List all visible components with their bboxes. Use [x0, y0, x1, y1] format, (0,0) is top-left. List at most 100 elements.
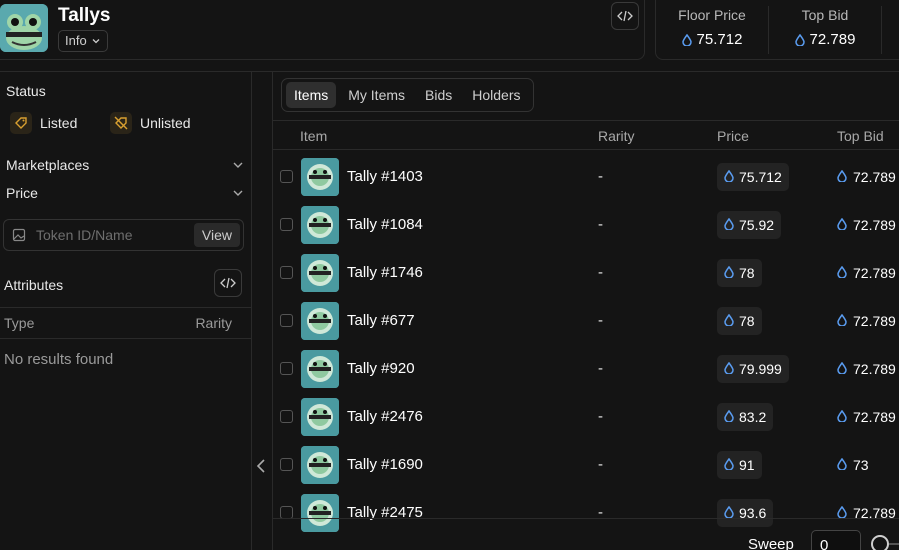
table-row[interactable]: Tally #1084 - 75.92 72.789 — [273, 202, 899, 250]
table-row[interactable]: Tally #1403 - 75.712 72.789 — [273, 154, 899, 202]
price-column-header[interactable]: Price — [717, 128, 749, 144]
info-dropdown[interactable]: Info — [58, 30, 108, 52]
row-checkbox[interactable] — [280, 218, 293, 231]
token-icon — [837, 265, 847, 281]
unlisted-label: Unlisted — [140, 115, 191, 131]
collection-stats: Floor Price 75.712 Top Bid 72.789 — [655, 0, 899, 60]
item-name[interactable]: Tally #1746 — [347, 264, 423, 281]
item-price[interactable]: 78 — [717, 307, 762, 335]
tab-items[interactable]: Items — [286, 82, 337, 108]
token-icon — [724, 457, 734, 473]
token-search: View — [3, 219, 244, 251]
tab-holders[interactable]: Holders — [464, 82, 528, 108]
item-top-bid-value: 72.789 — [853, 361, 896, 377]
token-icon — [837, 217, 847, 233]
item-price[interactable]: 79.999 — [717, 355, 789, 383]
item-thumbnail[interactable] — [301, 206, 339, 244]
table-row[interactable]: Tally #920 - 79.999 72.789 — [273, 346, 899, 394]
item-name[interactable]: Tally #677 — [347, 312, 415, 329]
sweep-slider-track[interactable] — [889, 543, 899, 545]
collection-title: Tallys — [58, 5, 111, 26]
top-bid-value: 72.789 — [809, 31, 856, 48]
item-price-value: 79.999 — [739, 361, 782, 377]
item-rarity: - — [598, 168, 603, 185]
unlisted-filter[interactable]: Unlisted — [110, 112, 191, 134]
top-bid-stat: Top Bid 72.789 — [769, 0, 881, 59]
tag-icon — [15, 117, 27, 129]
item-name[interactable]: Tally #1084 — [347, 216, 423, 233]
item-top-bid: 72.789 — [837, 265, 896, 281]
item-price-value: 83.2 — [739, 409, 767, 425]
row-checkbox[interactable] — [280, 458, 293, 471]
item-price[interactable]: 75.92 — [717, 211, 782, 239]
row-checkbox[interactable] — [280, 314, 293, 327]
token-icon — [724, 217, 734, 233]
item-column-header[interactable]: Item — [300, 128, 327, 144]
listed-label: Listed — [40, 115, 78, 131]
marketplaces-section[interactable]: Marketplaces — [6, 157, 244, 173]
floor-price-label: Floor Price — [678, 7, 746, 23]
floor-price-stat: Floor Price 75.712 — [656, 0, 768, 59]
rarity-column-header[interactable]: Rarity — [598, 128, 635, 144]
table-row[interactable]: Tally #1746 - 78 72.789 — [273, 250, 899, 298]
token-icon — [837, 313, 847, 329]
tag-off-icon — [114, 116, 128, 130]
tab-bids[interactable]: Bids — [417, 82, 460, 108]
table-row[interactable]: Tally #2476 - 83.2 72.789 — [273, 394, 899, 442]
item-price-value: 91 — [739, 457, 755, 473]
chevron-down-icon — [233, 162, 243, 168]
chevron-down-icon — [92, 39, 100, 44]
code-icon — [617, 10, 633, 22]
type-column: Type — [4, 315, 35, 331]
item-price-value: 78 — [739, 265, 755, 281]
item-top-bid-value: 72.789 — [853, 409, 896, 425]
table-row[interactable]: Tally #677 - 78 72.789 — [273, 298, 899, 346]
divider — [0, 307, 252, 308]
token-icon — [837, 169, 847, 185]
chevron-down-icon — [233, 190, 243, 196]
item-thumbnail[interactable] — [301, 158, 339, 196]
sweep-slider-handle[interactable] — [871, 535, 889, 550]
row-checkbox[interactable] — [280, 170, 293, 183]
sweep-input[interactable] — [811, 530, 861, 550]
item-thumbnail[interactable] — [301, 398, 339, 436]
table-row[interactable]: Tally #1690 - 91 73 — [273, 442, 899, 490]
token-icon — [724, 265, 734, 281]
item-price[interactable]: 83.2 — [717, 403, 774, 431]
stat-divider — [881, 6, 882, 54]
item-rarity: - — [598, 264, 603, 281]
item-top-bid-value: 73 — [853, 457, 869, 473]
row-checkbox[interactable] — [280, 266, 293, 279]
item-name[interactable]: Tally #920 — [347, 360, 415, 377]
collapse-sidebar-icon[interactable] — [256, 458, 266, 479]
item-thumbnail[interactable] — [301, 302, 339, 340]
item-price[interactable]: 75.712 — [717, 163, 789, 191]
collection-logo — [0, 4, 48, 52]
item-thumbnail[interactable] — [301, 350, 339, 388]
item-name[interactable]: Tally #1690 — [347, 456, 423, 473]
item-price[interactable]: 91 — [717, 451, 762, 479]
item-thumbnail[interactable] — [301, 254, 339, 292]
item-name[interactable]: Tally #2476 — [347, 408, 423, 425]
tab-my-items[interactable]: My Items — [340, 82, 413, 108]
top-bid-column-header[interactable]: Top Bid — [837, 128, 884, 144]
token-id-input[interactable] — [36, 227, 186, 243]
row-checkbox[interactable] — [280, 410, 293, 423]
view-button[interactable]: View — [193, 223, 240, 247]
attributes-code-button[interactable] — [214, 269, 242, 297]
image-icon — [12, 228, 26, 242]
item-name[interactable]: Tally #1403 — [347, 168, 423, 185]
item-thumbnail[interactable] — [301, 446, 339, 484]
token-icon — [837, 361, 847, 377]
listed-filter[interactable]: Listed — [10, 112, 77, 134]
row-checkbox[interactable] — [280, 362, 293, 375]
price-section[interactable]: Price — [6, 185, 244, 201]
token-icon — [794, 33, 805, 46]
token-icon — [681, 33, 692, 46]
item-price[interactable]: 78 — [717, 259, 762, 287]
embed-code-button[interactable] — [611, 2, 639, 30]
item-rarity: - — [598, 408, 603, 425]
floor-price-value: 75.712 — [696, 31, 743, 48]
item-top-bid-value: 72.789 — [853, 313, 896, 329]
token-icon — [724, 409, 734, 425]
